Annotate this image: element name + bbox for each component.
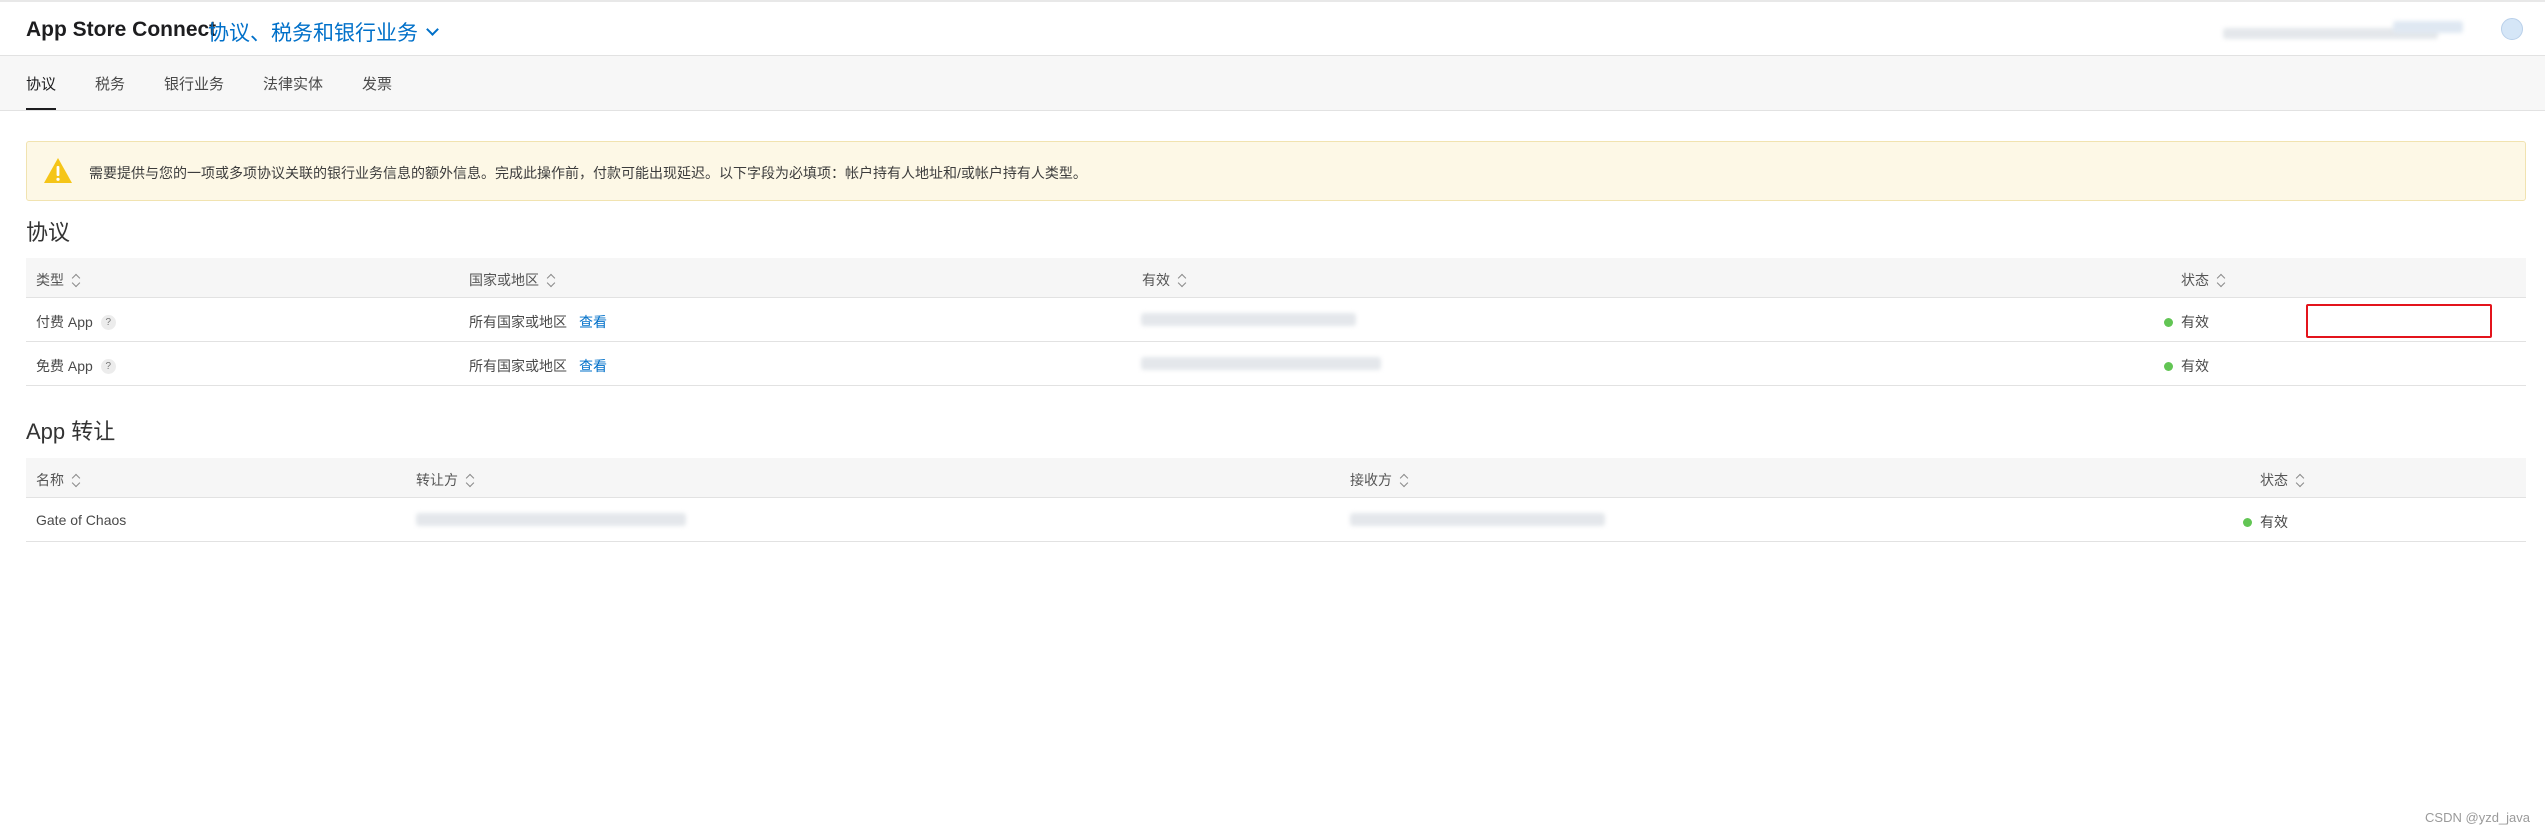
highlight-annotation xyxy=(2306,304,2492,338)
agreement-type: 免费 App ? xyxy=(36,356,116,376)
agreement-type: 付费 App ? xyxy=(36,312,116,332)
sort-icon[interactable] xyxy=(2216,273,2226,287)
warning-icon xyxy=(44,158,72,183)
help-icon[interactable]: ? xyxy=(100,314,116,330)
tab-bar: 协议 税务 银行业务 法律实体 发票 xyxy=(0,56,2545,111)
agreement-region: 所有国家或地区 查看 xyxy=(469,356,607,376)
sort-icon[interactable] xyxy=(1177,273,1187,287)
table-row: Gate of Chaos 有效 xyxy=(26,499,2526,542)
redacted-recipient xyxy=(1350,513,1605,526)
section-title[interactable]: 协议、税务和银行业务 xyxy=(208,17,418,47)
column-header-recipient[interactable]: 接收方 xyxy=(1350,470,1409,490)
view-link[interactable]: 查看 xyxy=(579,356,607,376)
status-active-icon xyxy=(2164,361,2173,371)
table-header: 名称 转让方 接收方 状态 xyxy=(26,458,2526,498)
sort-icon[interactable] xyxy=(465,473,475,487)
view-link[interactable]: 查看 xyxy=(579,312,607,332)
column-header-transferor[interactable]: 转让方 xyxy=(416,470,475,490)
transfer-status: 有效 xyxy=(2243,512,2288,532)
app-transfer-table: 名称 转让方 接收方 状态 Gate of Chaos 有效 xyxy=(26,458,2526,542)
active-tab-indicator xyxy=(26,108,56,110)
app-title[interactable]: App Store Connect xyxy=(26,18,216,42)
table-header: 类型 国家或地区 有效 状态 xyxy=(26,258,2526,298)
status-active-icon xyxy=(2164,317,2173,327)
redacted-date xyxy=(1141,313,1356,326)
sort-icon[interactable] xyxy=(71,473,81,487)
agreement-status: 有效 xyxy=(2164,312,2209,332)
sort-icon[interactable] xyxy=(546,273,556,287)
table-row: 付费 App ? 所有国家或地区 查看 有效 xyxy=(26,299,2526,342)
agreement-region: 所有国家或地区 查看 xyxy=(469,312,607,332)
column-header-effective[interactable]: 有效 xyxy=(1142,270,1187,290)
account-menu[interactable] xyxy=(2223,16,2523,42)
status-active-icon xyxy=(2243,517,2252,527)
tab-banking[interactable]: 银行业务 xyxy=(164,73,224,94)
app-name: Gate of Chaos xyxy=(36,512,127,528)
sort-icon[interactable] xyxy=(1399,473,1409,487)
column-header-region[interactable]: 国家或地区 xyxy=(469,270,556,290)
sort-icon[interactable] xyxy=(2295,473,2305,487)
chevron-down-icon[interactable] xyxy=(426,22,439,36)
watermark: CSDN @yzd_java xyxy=(2425,810,2530,825)
app-transfer-heading: App 转让 xyxy=(26,419,116,444)
sort-icon[interactable] xyxy=(71,273,81,287)
warning-message: 需要提供与您的一项或多项协议关联的银行业务信息的额外信息。完成此操作前，付款可能… xyxy=(89,165,1087,181)
tab-agreements[interactable]: 协议 xyxy=(26,73,56,94)
warning-banner: 需要提供与您的一项或多项协议关联的银行业务信息的额外信息。完成此操作前，付款可能… xyxy=(26,141,2526,201)
table-row: 免费 App ? 所有国家或地区 查看 有效 xyxy=(26,343,2526,386)
column-header-status[interactable]: 状态 xyxy=(2181,270,2226,290)
agreement-status: 有效 xyxy=(2164,356,2209,376)
redacted-date xyxy=(1141,357,1381,370)
column-header-status[interactable]: 状态 xyxy=(2260,470,2305,490)
tab-legal-entity[interactable]: 法律实体 xyxy=(263,73,323,94)
column-header-type[interactable]: 类型 xyxy=(36,270,81,290)
section-switcher[interactable]: 协议、税务和银行业务 xyxy=(208,17,439,47)
tab-tax[interactable]: 税务 xyxy=(95,73,125,94)
tab-invoices[interactable]: 发票 xyxy=(362,73,392,94)
redacted-transferor xyxy=(416,513,686,526)
avatar[interactable] xyxy=(2501,18,2523,40)
column-header-name[interactable]: 名称 xyxy=(36,470,81,490)
help-icon[interactable]: ? xyxy=(100,358,116,374)
redacted-account-detail xyxy=(2393,21,2463,33)
top-bar: App Store Connect 协议、税务和银行业务 xyxy=(0,0,2545,56)
agreements-table: 类型 国家或地区 有效 状态 付费 App ? 所有国家或地区 查看 有效 免费… xyxy=(26,258,2526,386)
agreements-heading: 协议 xyxy=(26,220,71,245)
